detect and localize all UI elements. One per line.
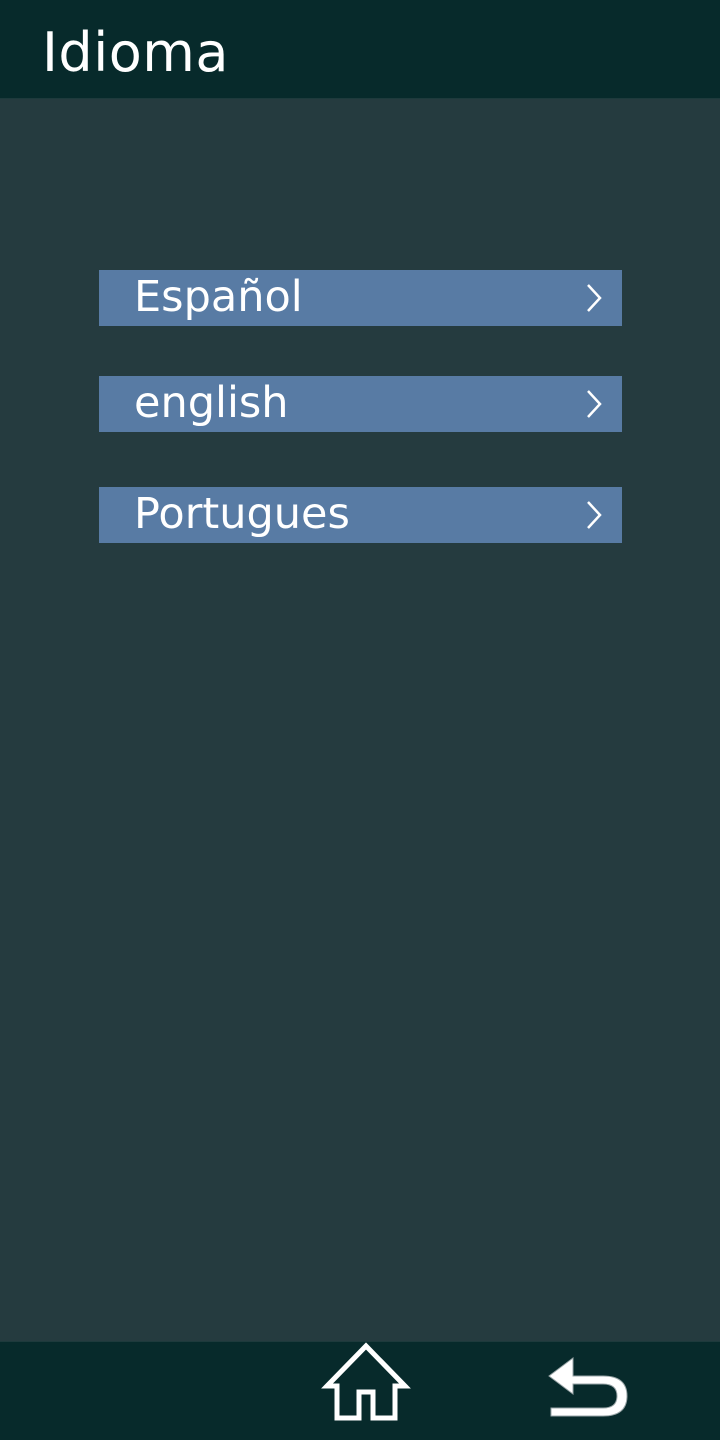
back-arrow-icon bbox=[548, 1357, 628, 1417]
bottom-nav-bar bbox=[0, 1341, 720, 1440]
language-screen: Idioma Español english Portugues bbox=[0, 0, 720, 1440]
language-item-english[interactable]: english bbox=[99, 376, 622, 432]
chevron-right-icon bbox=[584, 389, 604, 419]
language-item-espanol[interactable]: Español bbox=[99, 270, 622, 326]
home-icon bbox=[321, 1342, 411, 1421]
language-item-label: Portugues bbox=[134, 489, 350, 539]
header-bar: Idioma bbox=[0, 0, 720, 99]
home-button[interactable] bbox=[321, 1342, 411, 1424]
language-item-portugues[interactable]: Portugues bbox=[99, 487, 622, 543]
page-title: Idioma bbox=[42, 21, 229, 84]
chevron-right-icon bbox=[584, 500, 604, 530]
language-item-label: Español bbox=[134, 272, 303, 322]
language-item-label: english bbox=[134, 378, 289, 428]
back-button[interactable] bbox=[543, 1354, 631, 1420]
chevron-right-icon bbox=[584, 283, 604, 313]
